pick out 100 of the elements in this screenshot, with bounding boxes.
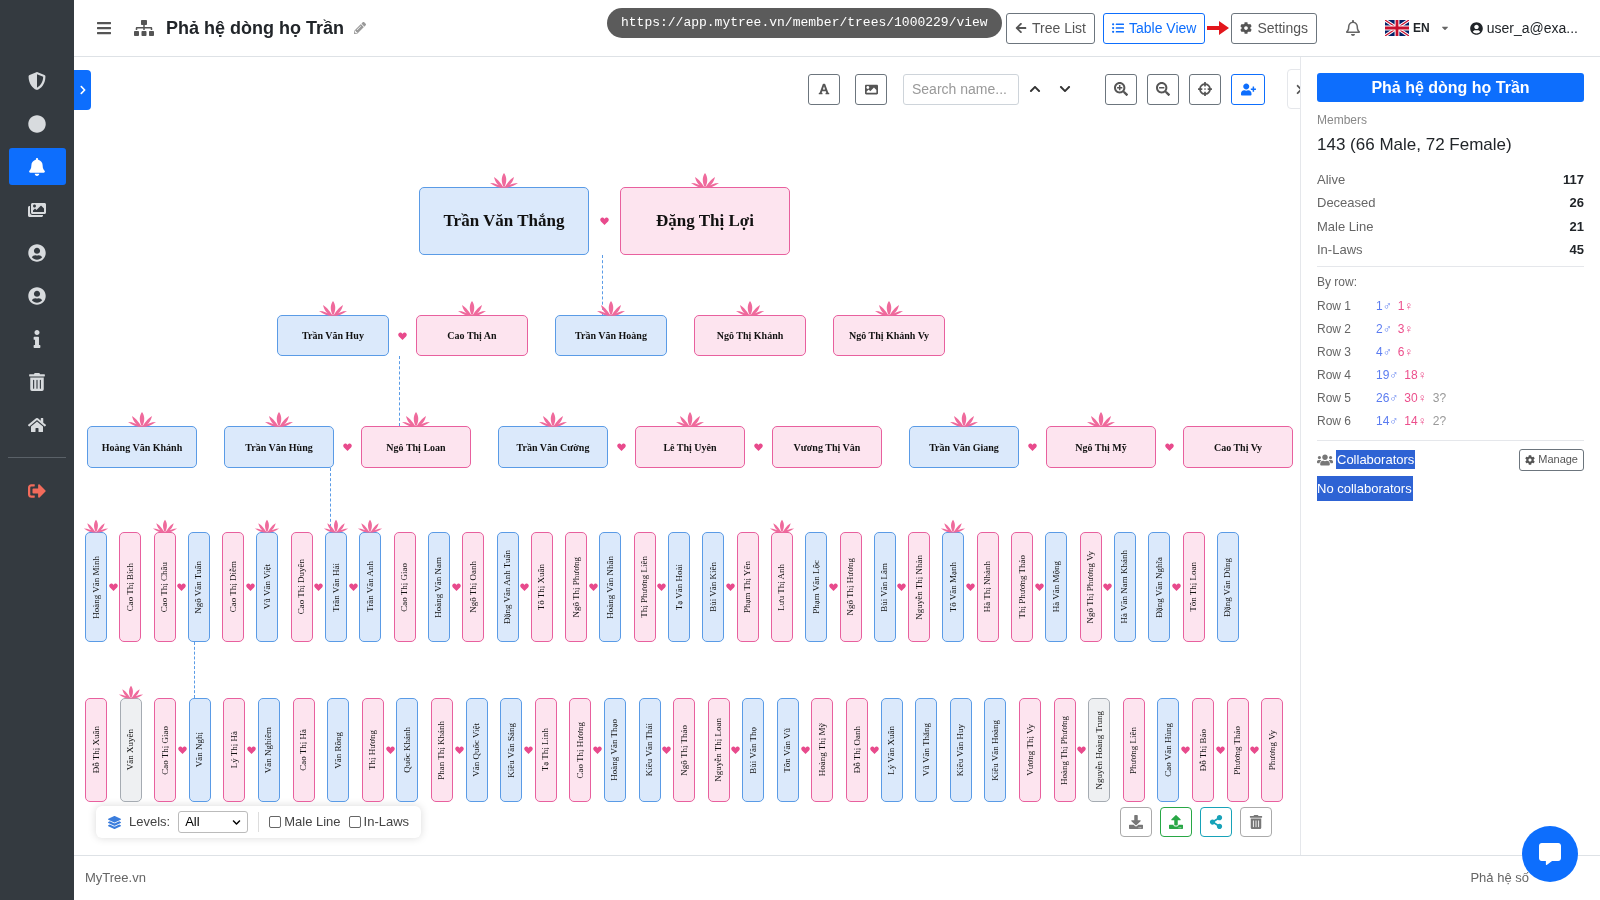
zoom-out-button[interactable]	[1147, 73, 1179, 105]
person-node[interactable]: Trần Văn Hải	[325, 532, 348, 642]
person-node[interactable]: Văn Xuyên	[119, 698, 142, 802]
person-node[interactable]: Đặng Văn Anh Tuấn	[496, 532, 519, 642]
person-node[interactable]: Ngô Văn Tuấn	[187, 532, 210, 642]
person-node[interactable]: Ngô Thị Phương Vy	[1079, 532, 1102, 642]
person-node[interactable]: Đỗ Thị Xuân	[85, 698, 107, 802]
person-node[interactable]: Cao Thị Giao	[154, 698, 177, 802]
person-node[interactable]: Vương Thị Vân	[772, 426, 882, 468]
sidebar-item[interactable]	[8, 148, 66, 185]
person-node[interactable]: Ngô Thị Mỹ	[1046, 426, 1156, 468]
person-node[interactable]: Phạm Thị Yến	[736, 532, 759, 642]
person-node[interactable]: Hà Văn Nam Khánh	[1113, 532, 1136, 642]
center-button[interactable]	[1189, 73, 1221, 105]
person-node[interactable]: Lý Văn Xuân	[880, 698, 903, 802]
person-node[interactable]: Ngô Thị Phương	[565, 532, 588, 642]
share-button[interactable]	[1200, 807, 1232, 837]
person-node[interactable]: Phạm Văn Lộc	[805, 532, 828, 642]
person-node[interactable]: Vũ Văn Việt	[256, 532, 279, 642]
person-node[interactable]: Ngô Thị Khánh	[694, 315, 806, 356]
person-node[interactable]: Trần Văn Hoàng	[555, 315, 667, 356]
checkbox[interactable]	[348, 816, 361, 828]
person-node[interactable]: Bùi Văn Thọ	[742, 698, 765, 802]
expand-tab[interactable]	[74, 70, 91, 110]
edit-icon[interactable]	[354, 22, 366, 34]
search-field[interactable]: Search name...	[903, 73, 1019, 105]
person-node[interactable]: Thị Phương Liên	[633, 532, 656, 642]
language-selector[interactable]: EN	[1385, 19, 1450, 37]
person-node[interactable]: Hoàng Thị Phương	[1053, 698, 1076, 802]
person-node[interactable]: Kiều Văn Huy	[949, 698, 972, 802]
person-node[interactable]: Hoàng Văn Khánh	[87, 426, 197, 468]
person-node[interactable]: Hoàng Văn Thạo	[603, 698, 626, 802]
person-node[interactable]: Tạ Văn Hoài	[668, 532, 691, 642]
person-node[interactable]: Phương Thảo	[1226, 698, 1249, 802]
person-node[interactable]: Hà Thị Nhành	[976, 532, 999, 642]
person-node[interactable]: Trần Văn Giang	[909, 426, 1019, 468]
person-node[interactable]: Cao Thị Hà	[292, 698, 315, 802]
person-node[interactable]: Văn Nghiêm	[257, 698, 280, 802]
person-node[interactable]: Nguyễn Thị Nhàn	[908, 532, 931, 642]
person-node[interactable]: Hoàng Thị Mỹ	[811, 698, 834, 802]
upload-button[interactable]	[1160, 807, 1192, 837]
checkbox[interactable]	[269, 816, 282, 828]
header-button[interactable]: Tree List	[1006, 12, 1095, 44]
person-node[interactable]: Văn Nghị	[188, 698, 211, 802]
notification-icon[interactable]	[1345, 20, 1362, 36]
add-person-button[interactable]	[1231, 73, 1265, 105]
levels-select[interactable]: All	[178, 811, 249, 833]
person-node[interactable]: Kiều Văn Sáng	[500, 698, 523, 802]
person-node[interactable]: Cao Thị An	[416, 315, 528, 356]
person-node[interactable]: Cao Thị Bích	[119, 532, 142, 642]
checkbox-option[interactable]: In-Laws	[348, 812, 410, 832]
header-button[interactable]: Table View	[1103, 12, 1206, 44]
person-node[interactable]: Quốc Khánh	[396, 698, 419, 802]
person-node[interactable]: Ngô Thị Loan	[361, 426, 471, 468]
person-node[interactable]: Hoàng Văn Minh	[85, 532, 107, 642]
user-menu[interactable]: user_a@exa...	[1469, 17, 1578, 39]
person-node[interactable]: Phương Vy	[1261, 698, 1284, 802]
person-node[interactable]: Hà Văn Mộng	[1045, 532, 1068, 642]
person-node[interactable]: Kiều Văn Thái	[638, 698, 661, 802]
person-node[interactable]: Đặng Văn Nghĩa	[1148, 532, 1171, 642]
person-node[interactable]: Lê Thị Uyên	[635, 426, 745, 468]
person-node[interactable]: Phan Thị Khánh	[430, 698, 453, 802]
chevron-down-icon[interactable]	[1059, 83, 1071, 95]
manage-button[interactable]: Manage	[1519, 448, 1584, 471]
chevron-up-icon[interactable]	[1029, 83, 1041, 95]
person-node[interactable]: Nguyễn Thị Loan	[707, 698, 730, 802]
person-node[interactable]: Bùi Văn Kiên	[702, 532, 725, 642]
person-node[interactable]: Lưu Thị Anh	[770, 532, 793, 642]
download-button[interactable]	[1120, 807, 1152, 837]
person-node[interactable]: Văn Rồng	[327, 698, 350, 802]
person-node[interactable]: Tạ Thị Linh	[534, 698, 557, 802]
person-node[interactable]: Lý Thị Hà	[223, 698, 246, 802]
person-node[interactable]: Vương Thị Vy	[1019, 698, 1042, 802]
delete-button[interactable]	[1240, 807, 1272, 837]
person-node[interactable]: Trần Văn Anh	[359, 532, 382, 642]
zoom-in-button[interactable]	[1105, 73, 1137, 105]
person-node[interactable]: Cao Thị Hương	[569, 698, 592, 802]
person-node[interactable]: Ngô Thị Khánh Vy	[833, 315, 945, 356]
person-node[interactable]: Đỗ Thị Oanh	[846, 698, 869, 802]
person-node[interactable]: Tôn Thị Loan	[1182, 532, 1205, 642]
person-node[interactable]: Thị Phương Thảo	[1011, 532, 1033, 642]
person-node[interactable]: Vũ Văn Thắng	[915, 698, 938, 802]
image-button[interactable]	[855, 73, 887, 105]
person-node[interactable]: Ngô Thị Hương	[839, 532, 862, 642]
person-node[interactable]: Cao Thị Châu	[153, 532, 176, 642]
person-node[interactable]: Ngô Thị Thảo	[673, 698, 696, 802]
person-node[interactable]: Nguyễn Hoàng Trung	[1088, 698, 1111, 802]
person-node[interactable]: Cao Thị Diễm	[222, 532, 245, 642]
person-node[interactable]: Cao Thị Duyên	[290, 532, 313, 642]
person-node[interactable]: Bùi Văn Lâm	[873, 532, 896, 642]
person-node[interactable]: Trần Văn Huy	[277, 315, 389, 356]
person-node[interactable]: Văn Quốc Việt	[465, 698, 488, 802]
person-node[interactable]: Tô Thị Xuân	[530, 532, 553, 642]
person-node[interactable]: Đặng Thị Lợi	[620, 187, 790, 255]
header-button[interactable]: Settings	[1231, 12, 1318, 44]
person-node[interactable]: Trần Văn Hùng	[224, 426, 334, 468]
person-node[interactable]: Hoàng Văn Nhân	[599, 532, 622, 642]
person-node[interactable]: Đỗ Thị Bảo	[1192, 698, 1214, 802]
person-node[interactable]: Cao Văn Hùng	[1157, 698, 1180, 802]
person-node[interactable]: Hoàng Văn Nam	[427, 532, 450, 642]
